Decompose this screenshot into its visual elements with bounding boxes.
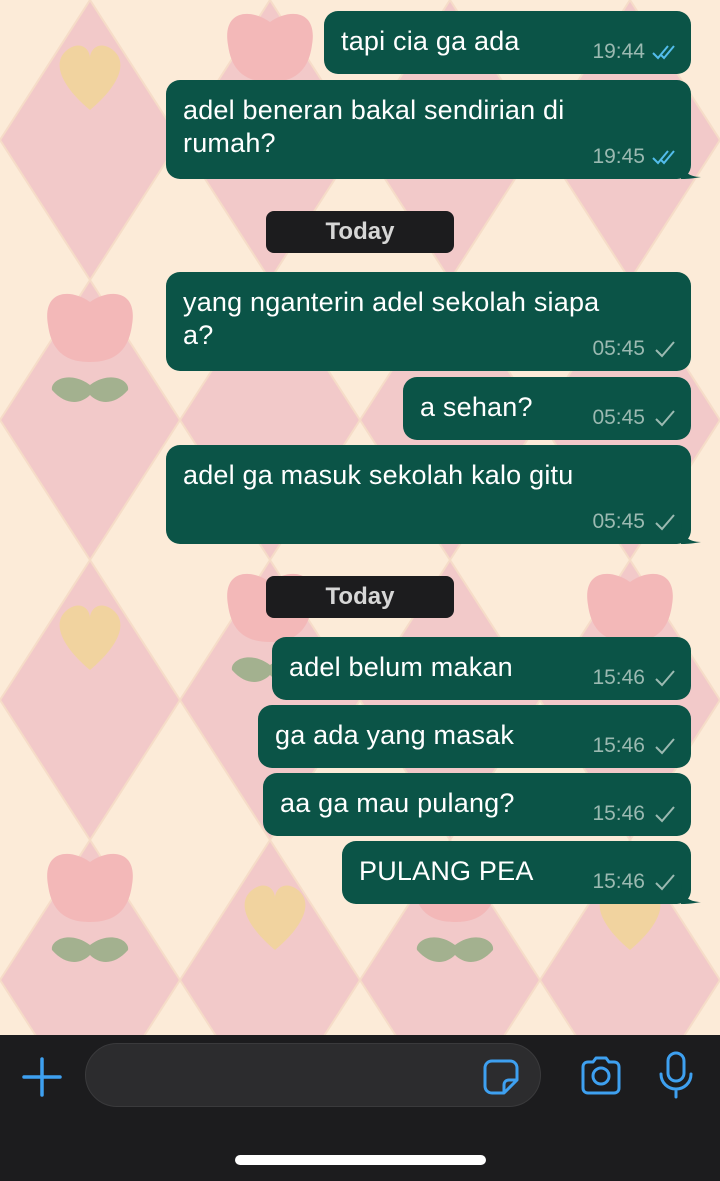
message-bubble[interactable]: a sehan? 05:45 (403, 377, 691, 440)
message-bubble[interactable]: yang nganterin adel sekolah siapa a? 05:… (166, 272, 691, 371)
message-bubble[interactable]: tapi cia ga ada 19:44 (324, 11, 691, 74)
message-meta: 05:45 (592, 406, 679, 430)
check-sent-icon (655, 341, 675, 358)
double-check-read-icon (652, 150, 675, 165)
message-time: 05:45 (592, 337, 645, 360)
message-time: 15:46 (592, 870, 645, 893)
bubble-tail (681, 524, 701, 544)
bubble-tail (681, 884, 701, 904)
message-time: 05:45 (592, 406, 645, 429)
message-meta: 15:46 (592, 734, 679, 758)
message-text: a sehan? (420, 392, 533, 422)
message-text: tapi cia ga ada (341, 26, 520, 56)
message-text: yang nganterin adel sekolah siapa a? (183, 287, 600, 350)
date-separator: Today (266, 576, 454, 618)
message-bubble[interactable]: PULANG PEA 15:46 (342, 841, 701, 904)
message-meta: 15:46 (592, 802, 679, 826)
message-text: ga ada yang masak (275, 720, 515, 750)
message-time: 15:46 (592, 666, 645, 689)
message-bubble[interactable]: aa ga mau pulang? 15:46 (263, 773, 691, 836)
message-time: 19:45 (592, 145, 645, 168)
message-input-field[interactable] (85, 1043, 541, 1107)
message-time: 19:44 (592, 40, 645, 63)
bubble-tail (681, 159, 701, 179)
camera-icon[interactable] (578, 1053, 624, 1099)
message-meta: 05:45 (592, 510, 679, 534)
check-sent-icon (655, 670, 675, 687)
message-text: adel belum makan (289, 652, 513, 682)
message-text: PULANG PEA (359, 856, 534, 886)
check-sent-icon (655, 874, 675, 891)
microphone-icon[interactable] (656, 1050, 696, 1100)
message-bubble[interactable]: adel ga masuk sekolah kalo gitu 05:45 (166, 445, 701, 544)
double-check-read-icon (652, 45, 675, 60)
check-sent-icon (655, 738, 675, 755)
message-bubble[interactable]: adel belum makan 15:46 (272, 637, 691, 700)
message-input[interactable] (110, 1058, 484, 1094)
date-separator: Today (266, 211, 454, 253)
message-meta: 19:44 (592, 40, 679, 64)
message-meta: 15:46 (592, 666, 679, 690)
message-text: adel beneran bakal sendirian di rumah? (183, 95, 565, 158)
message-meta: 05:45 (592, 337, 679, 361)
sticker-icon[interactable] (482, 1058, 520, 1096)
check-sent-icon (655, 410, 675, 427)
message-time: 15:46 (592, 734, 645, 757)
check-sent-icon (655, 514, 675, 531)
message-time: 05:45 (592, 510, 645, 533)
check-sent-icon (655, 806, 675, 823)
plus-icon[interactable] (20, 1055, 64, 1099)
message-text: aa ga mau pulang? (280, 788, 515, 818)
message-bubble[interactable]: adel beneran bakal sendirian di rumah? 1… (166, 80, 701, 179)
home-indicator[interactable] (235, 1155, 486, 1165)
message-bubble[interactable]: ga ada yang masak 15:46 (258, 705, 691, 768)
message-time: 15:46 (592, 802, 645, 825)
message-meta: 19:45 (592, 145, 679, 169)
message-meta: 15:46 (592, 870, 679, 894)
message-text: adel ga masuk sekolah kalo gitu (183, 460, 574, 490)
